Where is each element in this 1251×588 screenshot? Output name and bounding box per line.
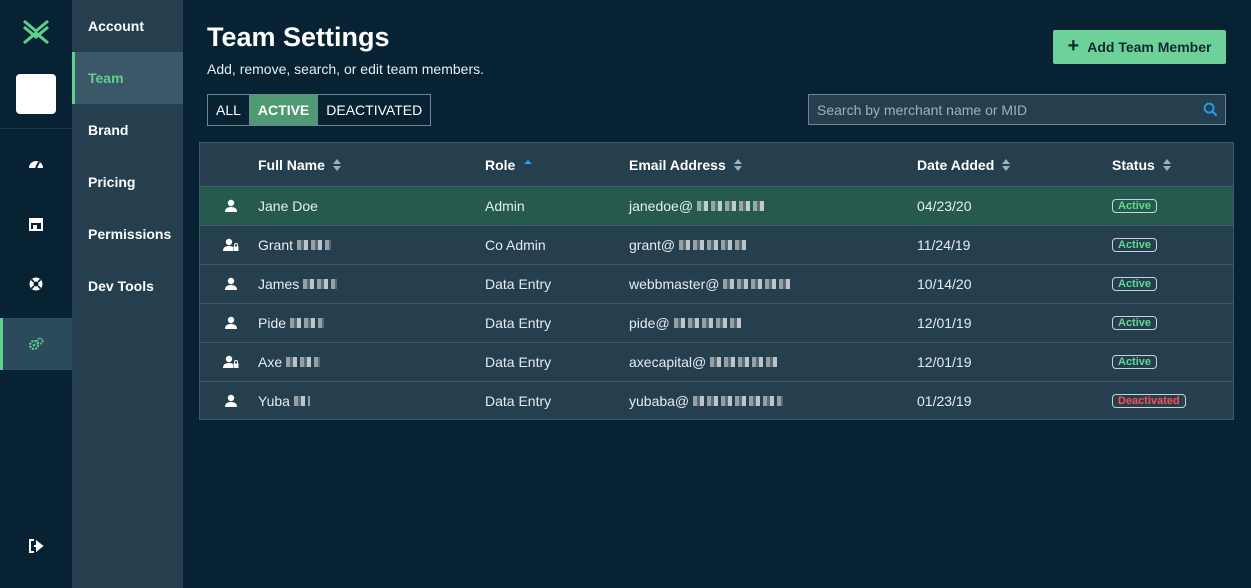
member-role: Co Admin	[485, 237, 546, 253]
rail-settings[interactable]	[0, 318, 72, 370]
rail-logout[interactable]	[0, 520, 72, 572]
subnav-item-pricing[interactable]: Pricing	[72, 156, 183, 208]
subnav-item-account[interactable]: Account	[72, 0, 183, 52]
subnav-item-dev-tools[interactable]: Dev Tools	[72, 260, 183, 312]
subnav-item-permissions[interactable]: Permissions	[72, 208, 183, 260]
icon-rail	[0, 0, 72, 588]
rail-support[interactable]	[0, 258, 72, 310]
redacted-text	[303, 279, 338, 289]
member-date-added: 11/24/19	[917, 237, 971, 253]
member-date-added: 04/23/20	[917, 198, 972, 214]
table-row[interactable]: James Data Entry webbmaster@ 10/14/20 Ac…	[200, 264, 1233, 303]
status-badge: Active	[1112, 265, 1158, 303]
sort-icon	[1162, 158, 1171, 171]
member-role: Data Entry	[485, 276, 552, 292]
redacted-text	[723, 279, 794, 289]
status-badge: Active	[1112, 226, 1158, 264]
redacted-text	[673, 318, 744, 328]
member-role: Admin	[485, 198, 525, 214]
column-header-date[interactable]: Date Added	[917, 157, 1011, 173]
member-email: webbmaster@	[629, 265, 794, 303]
user-lock-icon	[222, 343, 240, 381]
team-table: Full Name Role Email Address Date Added …	[199, 142, 1234, 420]
status-filter-group: ALL ACTIVE DEACTIVATED	[207, 94, 432, 126]
merchant-avatar[interactable]	[16, 74, 56, 114]
column-header-status[interactable]: Status	[1112, 157, 1171, 173]
settings-subnav: Account Team Brand Pricing Permissions D…	[72, 0, 183, 588]
search-box	[808, 94, 1226, 125]
logout-icon	[29, 539, 44, 553]
plus-icon: +	[1067, 35, 1080, 57]
member-email: yubaba@	[629, 382, 784, 420]
status-badge: Active	[1112, 187, 1158, 225]
member-date-added: 01/23/19	[917, 393, 972, 409]
member-name: Jane Doe	[258, 198, 318, 214]
user-icon	[222, 304, 240, 342]
user-icon	[222, 187, 240, 225]
filter-all[interactable]: ALL	[208, 95, 250, 125]
redacted-text	[679, 240, 750, 250]
status-badge: Deactivated	[1112, 382, 1186, 420]
member-email: pide@	[629, 304, 744, 342]
search-icon[interactable]	[1195, 102, 1225, 117]
redacted-text	[286, 357, 321, 367]
table-row[interactable]: Grant Co Admin grant@ 11/24/19 Active	[200, 225, 1233, 264]
redacted-text	[697, 201, 768, 211]
table-row[interactable]: Pide Data Entry pide@ 12/01/19 Active	[200, 303, 1233, 342]
status-badge: Active	[1112, 343, 1158, 381]
support-icon	[29, 277, 43, 291]
member-date-added: 12/01/19	[917, 354, 972, 370]
member-role: Data Entry	[485, 354, 552, 370]
member-email: grant@	[629, 226, 750, 264]
user-icon	[222, 382, 240, 420]
redacted-text	[290, 318, 325, 328]
member-name: James	[258, 265, 338, 303]
subnav-item-team[interactable]: Team	[72, 52, 183, 104]
rail-divider	[0, 128, 72, 129]
settings-icon	[28, 337, 44, 351]
add-team-member-button[interactable]: + Add Team Member	[1053, 30, 1226, 64]
dashboard-icon	[29, 161, 43, 169]
rail-store[interactable]	[0, 198, 72, 250]
status-badge: Active	[1112, 304, 1158, 342]
page-subtitle: Add, remove, search, or edit team member…	[207, 61, 484, 77]
column-header-email[interactable]: Email Address	[629, 157, 742, 173]
table-header: Full Name Role Email Address Date Added …	[200, 143, 1233, 186]
store-icon	[29, 218, 43, 231]
member-date-added: 10/14/20	[917, 276, 972, 292]
main-content: Team Settings Add, remove, search, or ed…	[183, 0, 1251, 588]
member-role: Data Entry	[485, 393, 552, 409]
search-input[interactable]	[809, 95, 1195, 124]
page-title: Team Settings	[207, 22, 390, 52]
redacted-text	[710, 357, 781, 367]
filter-deactivated[interactable]: DEACTIVATED	[318, 95, 430, 125]
member-name: Yuba	[258, 382, 310, 420]
member-name: Pide	[258, 304, 325, 342]
member-email: axecapital@	[629, 343, 781, 381]
user-lock-icon	[222, 226, 240, 264]
column-header-role[interactable]: Role	[485, 157, 533, 173]
sort-icon	[733, 158, 742, 171]
table-row[interactable]: Axe Data Entry axecapital@ 12/01/19 Acti…	[200, 342, 1233, 381]
filter-active[interactable]: ACTIVE	[249, 95, 319, 125]
logo-icon[interactable]	[22, 18, 50, 46]
table-row[interactable]: Yuba Data Entry yubaba@ 01/23/19 Deactiv…	[200, 381, 1233, 420]
sort-icon	[332, 158, 341, 171]
redacted-text	[693, 396, 784, 406]
subnav-item-brand[interactable]: Brand	[72, 104, 183, 156]
member-date-added: 12/01/19	[917, 315, 972, 331]
column-header-name[interactable]: Full Name	[258, 157, 341, 173]
member-role: Data Entry	[485, 315, 552, 331]
user-icon	[222, 265, 240, 303]
redacted-text	[297, 240, 332, 250]
member-name: Axe	[258, 343, 321, 381]
sort-ascending-icon	[524, 159, 533, 164]
redacted-text	[293, 396, 310, 406]
table-row[interactable]: Jane Doe Admin janedoe@ 04/23/20 Active	[200, 186, 1233, 225]
member-name: Grant	[258, 226, 332, 264]
rail-dashboard[interactable]	[0, 138, 72, 190]
member-email: janedoe@	[629, 187, 768, 225]
sort-icon	[1002, 158, 1011, 171]
